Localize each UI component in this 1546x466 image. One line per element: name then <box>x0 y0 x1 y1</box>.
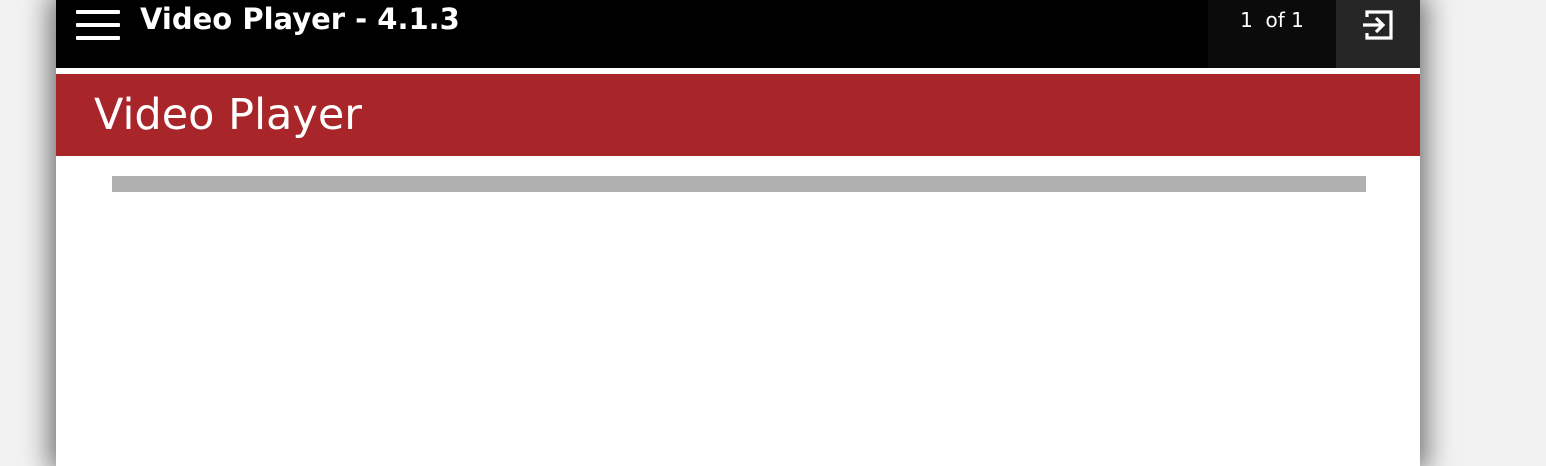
exit-button[interactable] <box>1336 0 1420 68</box>
exit-icon <box>1363 10 1393 40</box>
page-title: Video Player <box>94 90 362 140</box>
page-counter: 1 of 1 <box>1208 0 1336 68</box>
top-bar: Video Player - 4.1.3 1 of 1 <box>56 0 1420 68</box>
hamburger-menu-icon[interactable] <box>74 8 122 42</box>
progress-bar <box>112 176 1366 192</box>
app-title: Video Player - 4.1.3 <box>140 2 460 36</box>
content-area <box>56 156 1420 466</box>
app-window: Video Player - 4.1.3 1 of 1 Video Player <box>56 0 1420 466</box>
page-title-banner: Video Player <box>56 74 1420 156</box>
page-counter-text: 1 of 1 <box>1240 8 1304 32</box>
